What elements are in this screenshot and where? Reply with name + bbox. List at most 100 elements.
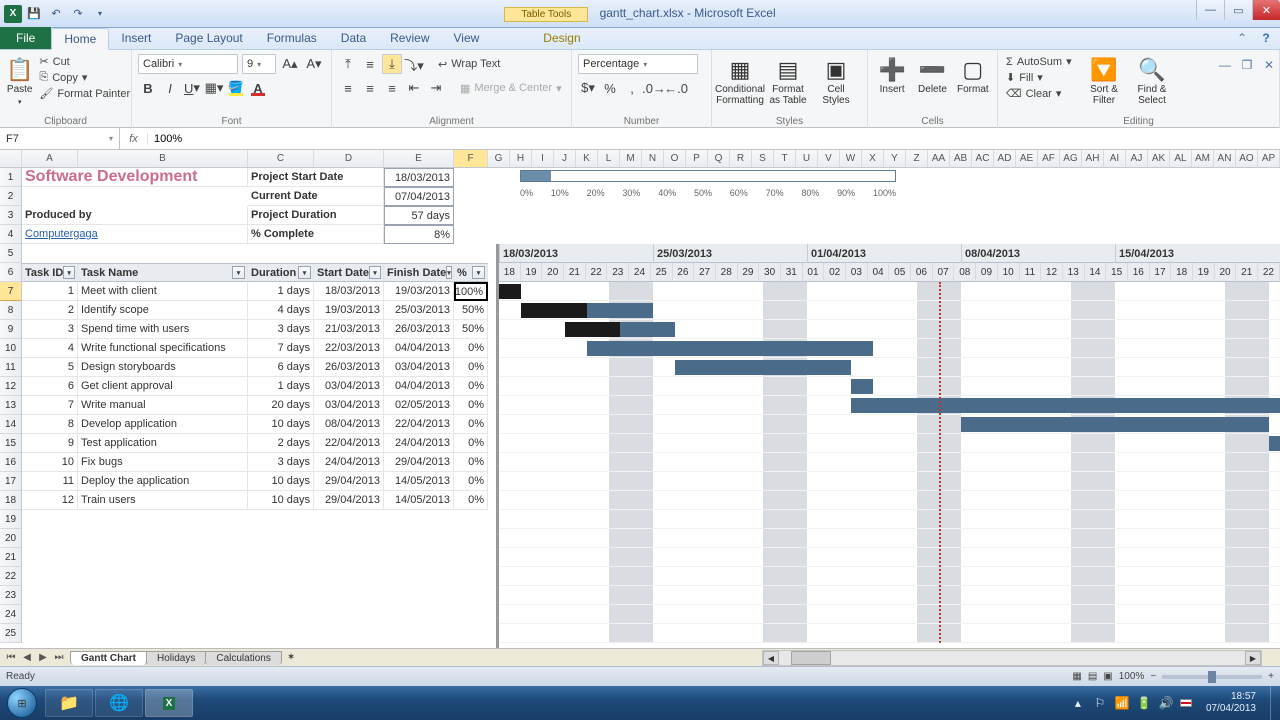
currency-icon[interactable]: $▾ (578, 78, 598, 98)
col-header[interactable]: AB (950, 150, 972, 167)
view-pagebreak-icon[interactable]: ▣ (1103, 671, 1112, 682)
row-header[interactable]: 1 (0, 168, 21, 187)
decrease-indent-icon[interactable]: ⇤ (404, 78, 424, 98)
col-header[interactable]: P (686, 150, 708, 167)
copy-button[interactable]: ⎘ Copy ▾ (37, 70, 132, 85)
cell[interactable]: 1 (22, 282, 78, 301)
delete-cells-button[interactable]: ➖Delete (914, 54, 950, 95)
col-header[interactable]: Q (708, 150, 730, 167)
wrap-text-button[interactable]: ↩ Wrap Text (436, 57, 502, 72)
cell[interactable]: 3 days (248, 320, 314, 339)
col-header[interactable]: C (248, 150, 314, 167)
tab-nav-next-icon[interactable]: ▶ (36, 652, 50, 663)
row-header[interactable]: 14 (0, 415, 21, 434)
tab-nav-first-icon[interactable]: ⏮ (4, 652, 18, 663)
tray-clock[interactable]: 18:5707/04/2013 (1198, 691, 1264, 715)
taskbar-excel-icon[interactable]: X (145, 689, 193, 717)
cell[interactable]: 0% (454, 491, 488, 510)
fx-icon[interactable]: fx (120, 133, 148, 145)
taskbar-chrome-icon[interactable]: 🌐 (95, 689, 143, 717)
col-header[interactable]: AL (1170, 150, 1192, 167)
col-header[interactable]: U (796, 150, 818, 167)
decrease-decimal-icon[interactable]: ←.0 (666, 78, 686, 98)
cell[interactable]: 3 (22, 320, 78, 339)
insert-cells-button[interactable]: ➕Insert (874, 54, 910, 95)
cell[interactable]: 29/04/2013 (384, 453, 454, 472)
cell[interactable]: 7 (22, 396, 78, 415)
col-header[interactable]: H (510, 150, 532, 167)
paste-button[interactable]: 📋Paste▾ (6, 54, 33, 108)
cell[interactable]: 04/04/2013 (384, 377, 454, 396)
cell[interactable]: Get client approval (78, 377, 248, 396)
cell[interactable]: 8% (384, 225, 454, 244)
cell[interactable]: 14/05/2013 (384, 472, 454, 491)
col-header[interactable]: K (576, 150, 598, 167)
col-header[interactable]: AM (1192, 150, 1214, 167)
row-header[interactable]: 10 (0, 339, 21, 358)
cell[interactable]: 26/03/2013 (384, 320, 454, 339)
col-header[interactable]: AG (1060, 150, 1082, 167)
tab-nav-last-icon[interactable]: ⏭ (52, 652, 66, 663)
cell[interactable]: 18/03/2013 (384, 168, 454, 187)
cell-styles-button[interactable]: ▣Cell Styles (814, 54, 858, 106)
cut-button[interactable]: ✂ Cut (37, 54, 132, 69)
row-header[interactable]: 3 (0, 206, 21, 225)
cell[interactable]: 18/03/2013 (314, 282, 384, 301)
cell[interactable]: 0% (454, 453, 488, 472)
align-bottom-icon[interactable]: ⤓ (382, 54, 402, 74)
cell[interactable]: Spend time with users (78, 320, 248, 339)
tray-flag-icon[interactable]: ⚐ (1092, 695, 1108, 711)
cell[interactable]: Fix bugs (78, 453, 248, 472)
number-format-select[interactable]: Percentage▾ (578, 54, 698, 74)
cell[interactable]: Task Name▾ (78, 263, 248, 282)
row-header[interactable]: 11 (0, 358, 21, 377)
col-header[interactable]: AH (1082, 150, 1104, 167)
cell[interactable]: 19/03/2013 (384, 282, 454, 301)
cell[interactable]: 03/04/2013 (384, 358, 454, 377)
cell[interactable]: 29/04/2013 (314, 491, 384, 510)
row-header[interactable]: 4 (0, 225, 21, 244)
col-header[interactable]: B (78, 150, 248, 167)
cell[interactable]: 20 days (248, 396, 314, 415)
row-header[interactable]: 2 (0, 187, 21, 206)
cell[interactable]: Design storyboards (78, 358, 248, 377)
select-all-corner[interactable] (0, 150, 22, 167)
undo-icon[interactable]: ↶ (46, 4, 66, 24)
worksheet-grid[interactable]: ABCDEFGHIJKLMNOPQRSTUVWXYZAAABACADAEAFAG… (0, 150, 1280, 648)
conditional-formatting-button[interactable]: ▦Conditional Formatting (718, 54, 762, 106)
cell[interactable]: 4 (22, 339, 78, 358)
zoom-out-icon[interactable]: − (1150, 671, 1156, 682)
cell[interactable]: 03/04/2013 (314, 377, 384, 396)
formula-input[interactable] (148, 133, 1280, 145)
tray-sound-icon[interactable]: 🔊 (1158, 695, 1174, 711)
col-header[interactable]: AN (1214, 150, 1236, 167)
col-header[interactable]: AD (994, 150, 1016, 167)
row-header[interactable]: 9 (0, 320, 21, 339)
cell[interactable]: 10 days (248, 472, 314, 491)
italic-button[interactable]: I (160, 78, 180, 98)
cell[interactable]: 0% (454, 472, 488, 491)
cell[interactable]: 9 (22, 434, 78, 453)
cell[interactable]: Meet with client (78, 282, 248, 301)
tab-review[interactable]: Review (378, 27, 441, 49)
redo-icon[interactable]: ↷ (68, 4, 88, 24)
cell[interactable]: Deploy the application (78, 472, 248, 491)
cell[interactable]: 26/03/2013 (314, 358, 384, 377)
row-header[interactable]: 8 (0, 301, 21, 320)
col-header[interactable]: AE (1016, 150, 1038, 167)
cell[interactable]: 50% (454, 301, 488, 320)
save-icon[interactable]: 💾 (24, 4, 44, 24)
tab-nav-prev-icon[interactable]: ◀ (20, 652, 34, 663)
cell[interactable]: 07/04/2013 (384, 187, 454, 206)
cell[interactable]: Write functional specifications (78, 339, 248, 358)
col-header[interactable]: Z (906, 150, 928, 167)
cell[interactable]: % Complete (248, 225, 384, 244)
zoom-level[interactable]: 100% (1119, 671, 1145, 682)
cell[interactable]: 6 days (248, 358, 314, 377)
merge-center-button[interactable]: ▦ Merge & Center ▾ (458, 81, 564, 96)
zoom-slider[interactable] (1162, 675, 1262, 679)
cell[interactable]: Software Development (22, 168, 248, 187)
bold-button[interactable]: B (138, 78, 158, 98)
align-left-icon[interactable]: ≡ (338, 78, 358, 98)
cell[interactable]: Computergaga (22, 225, 248, 244)
